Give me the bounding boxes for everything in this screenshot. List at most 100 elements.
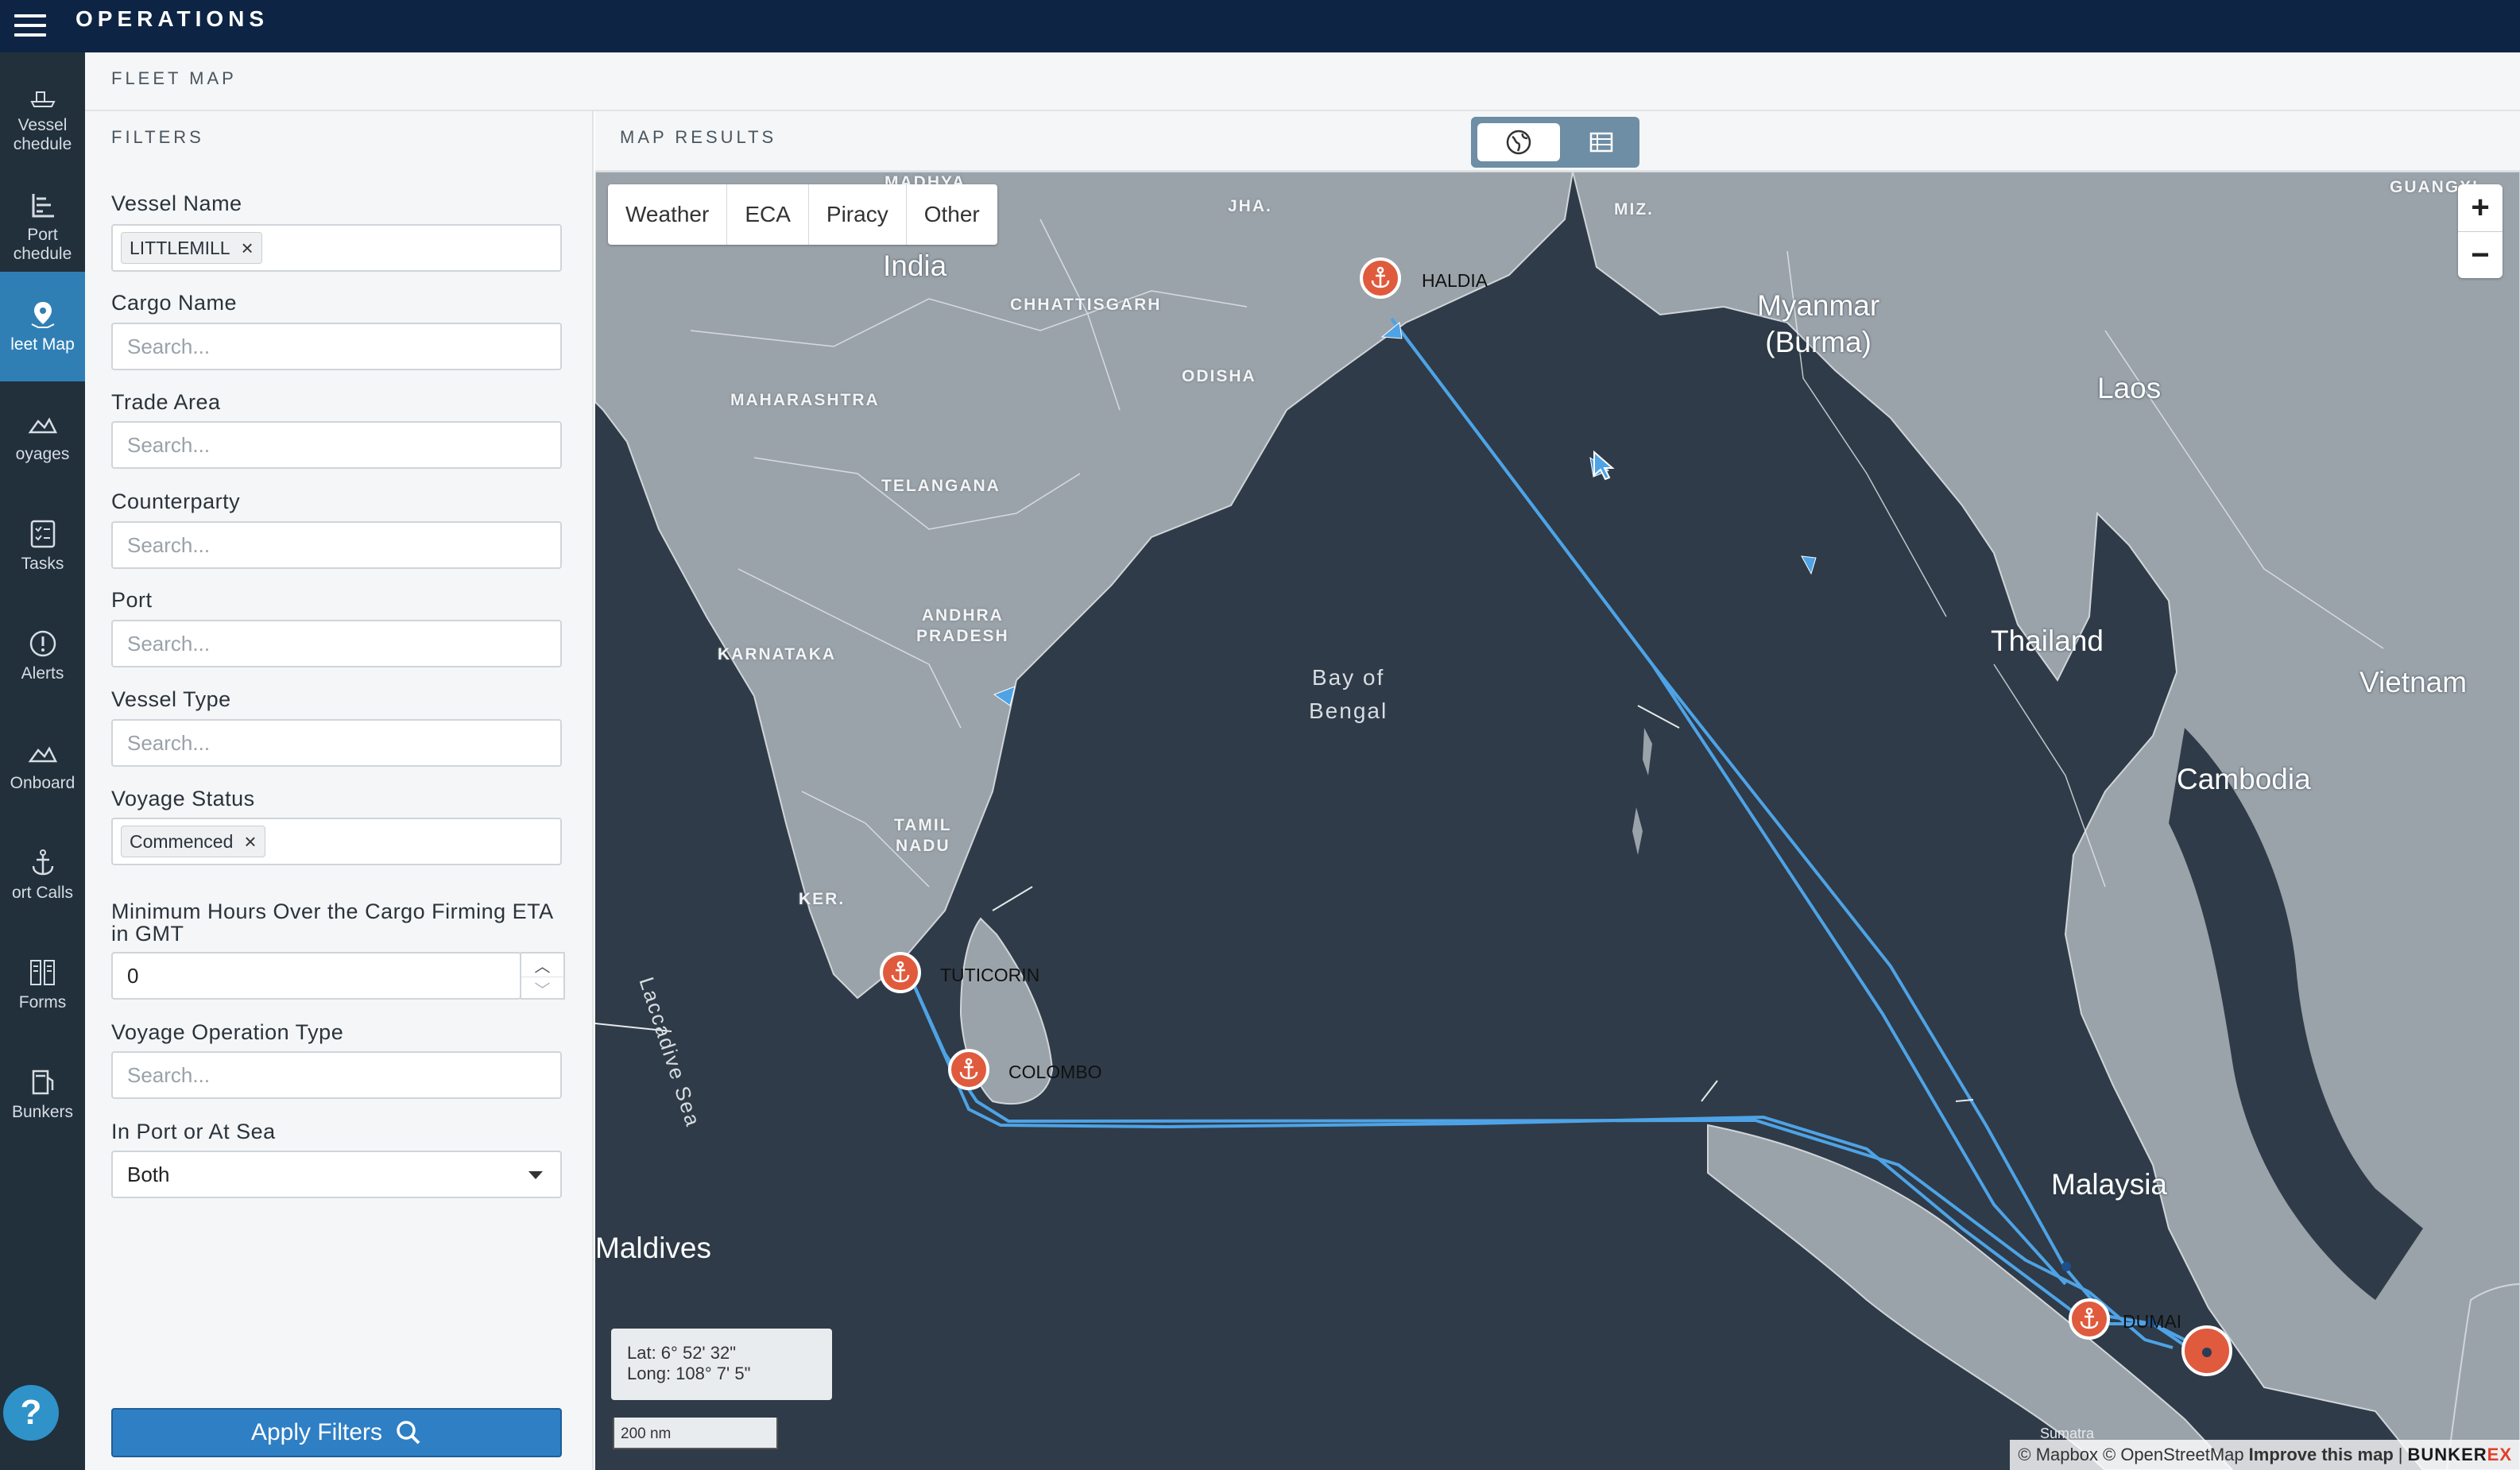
brand-text-b: EX	[2487, 1445, 2512, 1464]
chip-text: LITTLEMILL	[130, 237, 230, 258]
list-view-toggle[interactable]	[1570, 123, 1633, 161]
min-hours-label: Minimum Hours Over the Cargo Firming ETA…	[111, 899, 553, 946]
state-label: KARNATAKA	[718, 645, 837, 663]
port-label-haldia: HALDIA	[1422, 270, 1488, 291]
table-icon	[1589, 132, 1613, 153]
improve-map-link[interactable]: Improve this map	[2249, 1445, 2394, 1465]
search-icon	[397, 1421, 420, 1445]
state-label: TAMIL NADU	[894, 816, 952, 855]
voyage-operation-type-label: Voyage Operation Type	[111, 1020, 344, 1044]
nav-item-voyages[interactable]: oyages	[0, 381, 85, 491]
fleet-map[interactable]: HALDIA TUTICORIN COLOMBO DUMAI India Mya…	[595, 172, 2520, 1470]
min-hours-input[interactable]: 0	[111, 952, 521, 1000]
port-marker-tuticorin[interactable]	[880, 952, 921, 993]
attribution-separator: |	[2398, 1445, 2403, 1464]
anchor-icon	[1371, 266, 1390, 288]
longitude-readout: Long: 108° 7' 5"	[627, 1364, 751, 1383]
remove-chip-icon[interactable]: ×	[242, 236, 254, 261]
cargo-name-label: Cargo Name	[111, 291, 238, 315]
country-label-malaysia: Malaysia	[2051, 1168, 2167, 1201]
nav-label: Bunkers	[11, 1103, 74, 1121]
nav-item-onboard[interactable]: Onboard	[0, 710, 85, 820]
trade-area-input[interactable]: Search...	[111, 421, 562, 469]
remove-chip-icon[interactable]: ×	[244, 830, 256, 854]
checklist-icon	[30, 520, 55, 548]
cargo-name-input[interactable]: Search...	[111, 323, 562, 370]
map-view-toggle[interactable]	[1477, 123, 1560, 161]
mapbox-attribution-link[interactable]: © Mapbox	[2018, 1445, 2098, 1465]
help-button[interactable]: ?	[3, 1385, 59, 1441]
port-marker-haldia[interactable]	[1360, 257, 1401, 299]
nav-label: oyages	[15, 445, 70, 463]
nav-label: ort Calls	[11, 884, 74, 902]
port-input[interactable]: Search...	[111, 620, 562, 667]
voyage-status-field[interactable]: Commenced ×	[111, 818, 562, 865]
map-results-header: MAP RESULTS	[595, 111, 2520, 172]
layer-other-button[interactable]: Other	[907, 184, 997, 245]
bunkerex-logo: BUNKEREX	[2408, 1445, 2512, 1465]
filters-panel: FILTERS Vessel Name LITTLEMILL × Cargo Na…	[85, 111, 594, 1470]
left-nav: Vessel chedule Port chedule leet Map oya…	[0, 52, 85, 1470]
ship-icon	[29, 91, 56, 107]
in-port-or-at-sea-select[interactable]: Both	[111, 1151, 562, 1198]
layer-eca-button[interactable]: ECA	[727, 184, 809, 245]
fuel-icon	[32, 1070, 53, 1095]
voyage-operation-type-input[interactable]: Search...	[111, 1051, 562, 1099]
nav-item-alerts[interactable]: Alerts	[0, 601, 85, 710]
nav-item-vessel-schedule[interactable]: Vessel chedule	[0, 52, 85, 162]
voyage-status-label: Voyage Status	[111, 787, 255, 810]
nav-label: Onboard	[10, 774, 75, 792]
alert-icon	[29, 630, 56, 657]
country-label-thailand: Thailand	[1991, 625, 2104, 657]
zoom-out-button[interactable]: −	[2458, 231, 2503, 278]
vessel-type-label: Vessel Type	[111, 687, 231, 711]
vessel-type-input[interactable]: Search...	[111, 719, 562, 767]
vessel-name-chip: LITTLEMILL ×	[121, 232, 262, 264]
nav-item-fleet-map[interactable]: leet Map	[0, 272, 85, 381]
zoom-in-button[interactable]: +	[2458, 184, 2503, 231]
map-results-title: MAP RESULTS	[620, 127, 777, 147]
state-label: JHA.	[1228, 197, 1272, 215]
active-vessel-dot	[2202, 1348, 2212, 1357]
anchor-icon	[891, 961, 910, 983]
brand-text-a: BUNKER	[2407, 1445, 2487, 1464]
nav-item-bunkers[interactable]: Bunkers	[0, 1039, 85, 1149]
layer-weather-button[interactable]: Weather	[608, 184, 728, 245]
filters-header: FILTERS	[111, 127, 204, 147]
select-value: Both	[127, 1162, 170, 1186]
port-marker-colombo[interactable]	[948, 1049, 989, 1090]
state-label: MAHARASHTRA	[730, 391, 880, 409]
nav-item-port-schedule[interactable]: Port chedule	[0, 162, 85, 272]
hamburger-menu-icon[interactable]	[13, 8, 48, 43]
vessel-name-field[interactable]: LITTLEMILL ×	[111, 224, 562, 272]
apply-filters-button[interactable]: Apply Filters	[111, 1408, 562, 1457]
help-icon: ?	[20, 1393, 42, 1432]
zoom-controls: + −	[2458, 184, 2503, 278]
in-port-or-at-sea-label: In Port or At Sea	[111, 1120, 276, 1143]
apply-filters-label: Apply Filters	[250, 1419, 383, 1445]
nav-item-tasks[interactable]: Tasks	[0, 491, 85, 601]
country-label-vietnam: Vietnam	[2359, 666, 2468, 698]
counterparty-input[interactable]: Search...	[111, 521, 562, 569]
voyage-status-chip: Commenced ×	[121, 826, 265, 857]
top-bar: OPERATIONS	[0, 0, 2520, 52]
osm-attribution-link[interactable]: © OpenStreetMap	[2103, 1445, 2244, 1465]
port-schedule-icon	[32, 194, 54, 218]
chevron-down-icon[interactable]: ﹀	[521, 977, 563, 1000]
nav-label: leet Map	[10, 335, 75, 354]
port-marker-dumai[interactable]	[2069, 1298, 2110, 1340]
cursor-coordinates: Lat: 6° 52' 32" Long: 108° 7' 5"	[611, 1329, 832, 1400]
forms-icon	[29, 960, 55, 985]
nav-item-port-calls[interactable]: ort Calls	[0, 820, 85, 930]
chevron-up-icon[interactable]: ︿	[521, 954, 563, 977]
port-label-tuticorin: TUTICORIN	[940, 965, 1040, 985]
country-label-maldives: Maldives	[595, 1232, 711, 1264]
layer-piracy-button[interactable]: Piracy	[809, 184, 907, 245]
cursor-icon	[1593, 450, 1615, 481]
state-label: ANDHRA PRADESH	[916, 606, 1009, 645]
anchor-icon	[2080, 1307, 2099, 1329]
latitude-readout: Lat: 6° 52' 32"	[627, 1343, 737, 1363]
country-label-cambodia: Cambodia	[2177, 763, 2311, 795]
nav-label: Forms	[18, 993, 67, 1012]
nav-item-forms[interactable]: Forms	[0, 930, 85, 1039]
